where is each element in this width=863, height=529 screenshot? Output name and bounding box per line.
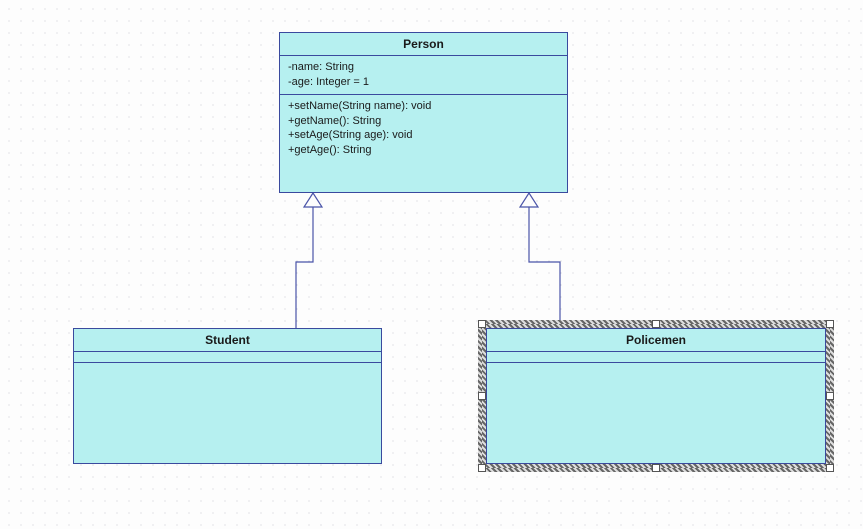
list-item: -age: Integer = 1 (288, 75, 559, 90)
class-policemen-operations (487, 363, 825, 373)
generalization-arrowhead (304, 193, 322, 207)
class-person-operations: +setName(String name): void+getName(): S… (280, 95, 567, 162)
class-policemen[interactable]: Policemen (486, 328, 826, 464)
selection-handle-sw[interactable] (478, 464, 486, 472)
selection-handle-e[interactable] (826, 392, 834, 400)
selection-handle-w[interactable] (478, 392, 486, 400)
class-student[interactable]: Student (73, 328, 382, 464)
class-person-attributes: -name: String-age: Integer = 1 (280, 56, 567, 95)
list-item: +getName(): String (288, 114, 559, 129)
list-item: -name: String (288, 60, 559, 75)
list-item: +setAge(String age): void (288, 128, 559, 143)
selection-handle-ne[interactable] (826, 320, 834, 328)
selection-handle-n[interactable] (652, 320, 660, 328)
list-item: +setName(String name): void (288, 99, 559, 114)
list-item: +getAge(): String (288, 143, 559, 158)
selection-handle-nw[interactable] (478, 320, 486, 328)
class-person[interactable]: Person -name: String-age: Integer = 1 +s… (279, 32, 568, 193)
class-student-attributes (74, 352, 381, 363)
class-policemen-title: Policemen (487, 329, 825, 352)
selection-handle-s[interactable] (652, 464, 660, 472)
class-person-title: Person (280, 33, 567, 56)
class-student-title: Student (74, 329, 381, 352)
selection-handle-se[interactable] (826, 464, 834, 472)
generalization-connector[interactable] (296, 207, 313, 328)
generalization-arrowhead (520, 193, 538, 207)
class-student-operations (74, 363, 381, 373)
class-policemen-attributes (487, 352, 825, 363)
generalization-connector[interactable] (529, 207, 560, 328)
